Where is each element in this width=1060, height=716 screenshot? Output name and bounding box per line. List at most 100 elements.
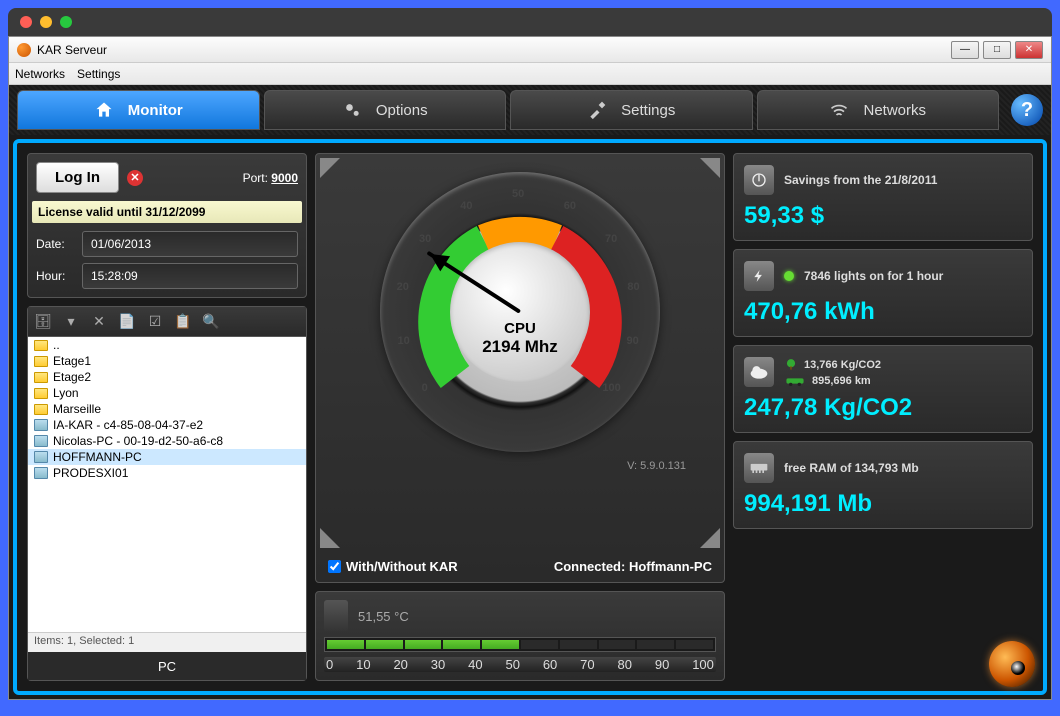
copy-icon[interactable]: 📋 <box>174 313 192 331</box>
db-icon[interactable]: 🗄 <box>34 313 52 331</box>
dropdown-icon[interactable]: ▾ <box>62 313 80 331</box>
license-text: License valid until 31/12/2099 <box>32 201 302 223</box>
folder-icon <box>34 372 48 383</box>
check-icon[interactable]: ☑ <box>146 313 164 331</box>
connected-text: Connected: Hoffmann-PC <box>554 559 712 574</box>
tree-list[interactable]: ..Etage1Etage2 Lyon Marseille IA-KAR - c4-8… <box>28 337 306 632</box>
tree-item-label: Etage2 <box>53 370 91 384</box>
menu-settings[interactable]: Settings <box>77 67 120 81</box>
home-icon <box>94 100 114 120</box>
pc-icon <box>34 467 48 479</box>
gauge-tick: 80 <box>627 281 639 293</box>
tab-options[interactable]: Options <box>264 90 507 130</box>
energy-head: 7846 lights on for 1 hour <box>804 269 943 283</box>
tree-item[interactable]: IA-KAR - c4-85-08-04-37-e2 <box>28 417 306 433</box>
gauge-tick: 0 <box>422 382 428 394</box>
delete-icon[interactable]: ✕ <box>90 313 108 331</box>
progress-segment <box>637 640 674 649</box>
gauge-center: CPU 2194 Mhz <box>450 242 590 382</box>
mac-zoom-icon[interactable] <box>60 16 72 28</box>
content-area: Monitor Options Settings Networks ? Log … <box>9 85 1051 699</box>
port-label: Port: 9000 <box>243 171 298 185</box>
mac-close-icon[interactable] <box>20 16 32 28</box>
app-window: KAR Serveur — □ ✕ Networks Settings Moni… <box>8 36 1052 700</box>
gauge-tick: 20 <box>397 281 409 293</box>
tree-item[interactable]: Marseille <box>28 401 306 417</box>
folder-icon <box>34 356 48 367</box>
new-icon[interactable]: 📄 <box>118 313 136 331</box>
mac-titlebar <box>8 8 1052 36</box>
scale-tick: 70 <box>580 657 594 672</box>
progress-segment <box>405 640 442 649</box>
progress-segment <box>676 640 713 649</box>
search-icon[interactable]: 🔍 <box>202 313 220 331</box>
corner-icon[interactable] <box>320 528 340 548</box>
tab-networks[interactable]: Networks <box>757 90 1000 130</box>
close-button[interactable]: ✕ <box>1015 41 1043 59</box>
lightning-icon <box>744 261 774 291</box>
tree-item-label: Marseille <box>53 402 101 416</box>
tab-settings[interactable]: Settings <box>510 90 753 130</box>
login-button[interactable]: Log In <box>36 162 119 193</box>
co2-head2: 895,696 km <box>812 375 871 387</box>
tree-item[interactable]: .. <box>28 337 306 353</box>
gears-icon <box>342 100 362 120</box>
maximize-button[interactable]: □ <box>983 41 1011 59</box>
ram-icon <box>744 453 774 483</box>
co2-panel: 13,766 Kg/CO2 895,696 km 247,78 Kg/CO2 <box>733 345 1033 433</box>
cancel-icon[interactable]: ✕ <box>127 170 143 186</box>
scale-tick: 80 <box>618 657 632 672</box>
window-title: KAR Serveur <box>37 43 951 57</box>
scale-tick: 40 <box>468 657 482 672</box>
gauge-tick: 70 <box>605 233 617 245</box>
scale-tick: 30 <box>431 657 445 672</box>
tree-item[interactable]: Nicolas-PC - 00-19-d2-50-a6-c8 <box>28 433 306 449</box>
tools-icon <box>587 100 607 120</box>
folder-icon <box>34 388 48 399</box>
tree-item[interactable]: HOFFMANN-PC <box>28 449 306 465</box>
hour-input[interactable] <box>82 263 298 289</box>
progress-segment <box>327 640 364 649</box>
main-panels: Log In ✕ Port: 9000 License valid until … <box>13 139 1047 695</box>
energy-panel: 7846 lights on for 1 hour 470,76 kWh <box>733 249 1033 337</box>
corner-icon[interactable] <box>700 158 720 178</box>
thermometer-icon <box>324 600 348 632</box>
scale-tick: 90 <box>655 657 669 672</box>
tree-item[interactable]: Etage1 <box>28 353 306 369</box>
folder-icon <box>34 404 48 415</box>
menu-networks[interactable]: Networks <box>15 67 65 81</box>
tree-item[interactable]: Lyon <box>28 385 306 401</box>
kar-toggle[interactable] <box>328 560 341 573</box>
pc-icon <box>34 451 48 463</box>
gauge-tick: 100 <box>602 382 620 394</box>
tab-monitor[interactable]: Monitor <box>17 90 260 130</box>
login-panel: Log In ✕ Port: 9000 License valid until … <box>27 153 307 298</box>
tree-item[interactable]: PRODESXI01 <box>28 465 306 481</box>
help-button[interactable]: ? <box>1011 94 1043 126</box>
temperature-scale: 0102030405060708090100 <box>324 657 716 672</box>
scale-tick: 20 <box>393 657 407 672</box>
scale-tick: 10 <box>356 657 370 672</box>
tab-options-label: Options <box>376 102 428 119</box>
cpu-gauge: 0102030405060708090100 CPU 2194 Mhz <box>380 172 660 452</box>
co2-value: 247,78 Kg/CO2 <box>744 394 1022 422</box>
progress-segment <box>560 640 597 649</box>
with-without-checkbox[interactable]: With/Without KAR <box>328 559 458 574</box>
corner-icon[interactable] <box>320 158 340 178</box>
tree-item[interactable]: Etage2 <box>28 369 306 385</box>
corner-icon[interactable] <box>700 528 720 548</box>
tree-item-label: IA-KAR - c4-85-08-04-37-e2 <box>53 418 203 432</box>
app-icon <box>17 43 31 57</box>
tree-footer: PC <box>28 652 306 680</box>
tree-panel: 🗄 ▾ ✕ 📄 ☑ 📋 🔍 ..Etage1Etage2 Lyon Marseill… <box>27 306 307 681</box>
tab-networks-label: Networks <box>863 102 926 119</box>
mac-minimize-icon[interactable] <box>40 16 52 28</box>
date-input[interactable] <box>82 231 298 257</box>
tree-item-label: Lyon <box>53 386 79 400</box>
tab-settings-label: Settings <box>621 102 675 119</box>
date-label: Date: <box>36 237 74 251</box>
tree-item-label: HOFFMANN-PC <box>53 450 142 464</box>
minimize-button[interactable]: — <box>951 41 979 59</box>
port-value[interactable]: 9000 <box>271 171 298 185</box>
savings-panel: Savings from the 21/8/2011 59,33 $ <box>733 153 1033 241</box>
